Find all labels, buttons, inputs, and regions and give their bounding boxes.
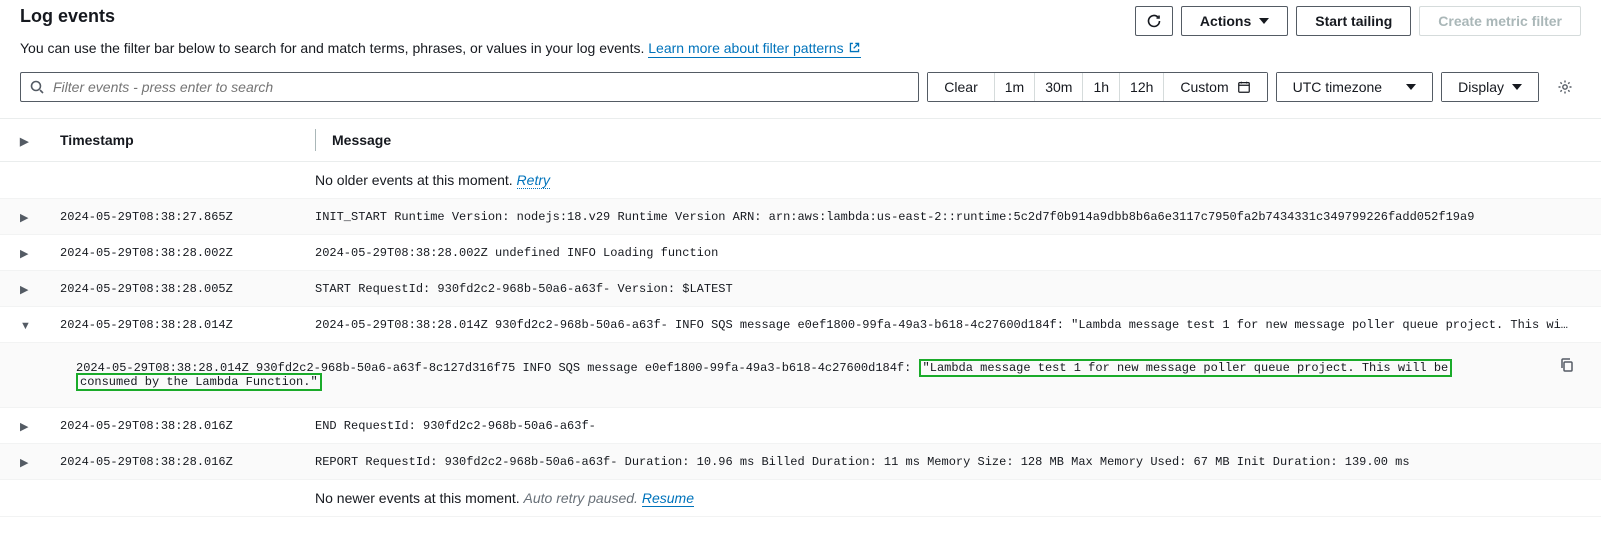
copy-button[interactable] bbox=[1559, 357, 1575, 373]
retry-link[interactable]: Retry bbox=[517, 172, 550, 189]
subtitle: You can use the filter bar below to sear… bbox=[0, 38, 1601, 72]
range-1m[interactable]: 1m bbox=[995, 73, 1035, 101]
gear-icon bbox=[1557, 79, 1573, 95]
caret-down-icon bbox=[1406, 84, 1416, 90]
log-message: INIT_START Runtime Version: nodejs:18.v2… bbox=[315, 210, 1581, 224]
log-row[interactable]: ▶ 2024-05-29T08:38:28.005Z START Request… bbox=[0, 271, 1601, 307]
log-row[interactable]: ▶ 2024-05-29T08:38:28.016Z END RequestId… bbox=[0, 408, 1601, 444]
chevron-right-icon[interactable]: ▶ bbox=[20, 284, 28, 296]
column-timestamp[interactable]: Timestamp bbox=[60, 132, 315, 148]
search-icon bbox=[29, 79, 45, 95]
refresh-button[interactable] bbox=[1135, 6, 1173, 36]
copy-icon bbox=[1559, 357, 1575, 373]
chevron-right-icon[interactable]: ▶ bbox=[20, 457, 28, 469]
log-events-table: ▶ Timestamp Message No older events at t… bbox=[0, 118, 1601, 517]
expand-all-toggle[interactable]: ▶ bbox=[20, 132, 60, 148]
log-row[interactable]: ▼ 2024-05-29T08:38:28.014Z 2024-05-29T08… bbox=[0, 307, 1601, 343]
chevron-right-icon[interactable]: ▶ bbox=[20, 212, 28, 224]
log-row-expanded: 2024-05-29T08:38:28.014Z 930fd2c2-968b-5… bbox=[0, 343, 1601, 408]
start-tailing-button[interactable]: Start tailing bbox=[1296, 6, 1411, 36]
search-input[interactable] bbox=[53, 79, 910, 95]
filter-bar: Clear 1m 30m 1h 12h Custom UTC timezone … bbox=[0, 72, 1601, 118]
clear-button[interactable]: Clear bbox=[928, 73, 994, 101]
log-message: 2024-05-29T08:38:28.014Z 930fd2c2-968b-5… bbox=[315, 318, 1581, 332]
actions-button[interactable]: Actions bbox=[1181, 6, 1288, 36]
chevron-down-icon[interactable]: ▼ bbox=[20, 320, 31, 332]
page-title: Log events bbox=[20, 6, 115, 27]
no-newer-row: No newer events at this moment. Auto ret… bbox=[0, 480, 1601, 517]
chevron-right-icon[interactable]: ▶ bbox=[20, 421, 28, 433]
timezone-selector[interactable]: UTC timezone bbox=[1276, 72, 1433, 102]
resume-link[interactable]: Resume bbox=[642, 490, 694, 507]
refresh-icon bbox=[1146, 13, 1162, 29]
settings-button[interactable] bbox=[1549, 72, 1581, 102]
caret-down-icon bbox=[1512, 84, 1522, 90]
header: Log events Actions Start tailing Create … bbox=[0, 0, 1601, 38]
create-metric-filter-button: Create metric filter bbox=[1419, 6, 1581, 36]
range-12h[interactable]: 12h bbox=[1120, 73, 1164, 101]
log-timestamp: 2024-05-29T08:38:28.002Z bbox=[60, 246, 315, 260]
learn-more-link[interactable]: Learn more about filter patterns bbox=[648, 40, 860, 58]
highlighted-text: "Lambda message test 1 for new message p… bbox=[919, 359, 1453, 377]
search-input-wrap[interactable] bbox=[20, 72, 919, 102]
table-header: ▶ Timestamp Message bbox=[0, 119, 1601, 162]
range-custom[interactable]: Custom bbox=[1164, 73, 1266, 101]
log-message: START RequestId: 930fd2c2-968b-50a6-a63f… bbox=[315, 282, 1581, 296]
actions-label: Actions bbox=[1200, 13, 1251, 29]
log-timestamp: 2024-05-29T08:38:27.865Z bbox=[60, 210, 315, 224]
no-older-row: No older events at this moment. Retry bbox=[0, 162, 1601, 199]
log-message: END RequestId: 930fd2c2-968b-50a6-a63f- bbox=[315, 419, 1581, 433]
external-link-icon bbox=[848, 41, 861, 54]
range-30m[interactable]: 30m bbox=[1035, 73, 1083, 101]
chevron-right-icon: ▶ bbox=[20, 136, 28, 148]
log-timestamp: 2024-05-29T08:38:28.016Z bbox=[60, 419, 315, 433]
log-row[interactable]: ▶ 2024-05-29T08:38:28.016Z REPORT Reques… bbox=[0, 444, 1601, 480]
log-message: 2024-05-29T08:38:28.002Z undefined INFO … bbox=[315, 246, 1581, 260]
log-row[interactable]: ▶ 2024-05-29T08:38:27.865Z INIT_START Ru… bbox=[0, 199, 1601, 235]
log-message: REPORT RequestId: 930fd2c2-968b-50a6-a63… bbox=[315, 455, 1581, 469]
header-actions: Actions Start tailing Create metric filt… bbox=[1135, 6, 1581, 36]
log-timestamp: 2024-05-29T08:38:28.005Z bbox=[60, 282, 315, 296]
chevron-right-icon[interactable]: ▶ bbox=[20, 248, 28, 260]
caret-down-icon bbox=[1259, 18, 1269, 24]
display-selector[interactable]: Display bbox=[1441, 72, 1539, 102]
range-1h[interactable]: 1h bbox=[1083, 73, 1120, 101]
column-message[interactable]: Message bbox=[332, 132, 1581, 148]
log-timestamp: 2024-05-29T08:38:28.014Z bbox=[60, 318, 315, 332]
calendar-icon bbox=[1237, 80, 1251, 94]
log-timestamp: 2024-05-29T08:38:28.016Z bbox=[60, 455, 315, 469]
highlighted-text: consumed by the Lambda Function." bbox=[76, 373, 322, 391]
time-range-group: Clear 1m 30m 1h 12h Custom bbox=[927, 72, 1267, 102]
log-row[interactable]: ▶ 2024-05-29T08:38:28.002Z 2024-05-29T08… bbox=[0, 235, 1601, 271]
